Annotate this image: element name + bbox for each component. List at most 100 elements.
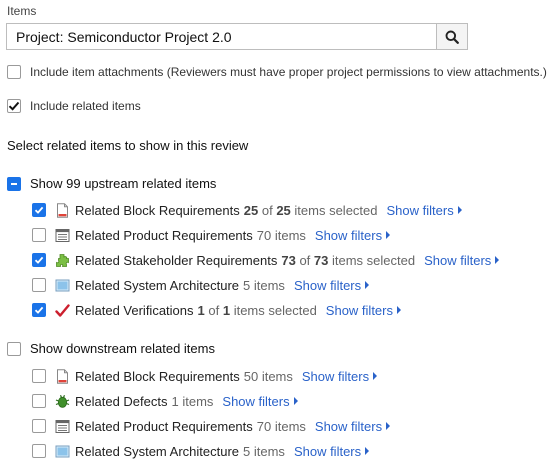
related-item-name: Related Verifications <box>75 302 194 318</box>
related-item-row[interactable]: Related Defects 1 items Show filters <box>32 392 298 410</box>
related-item-name: Related System Architecture <box>75 443 240 459</box>
show-filters-link[interactable]: Show filters <box>222 393 298 409</box>
include-attachments-label: Include item attachments (Reviewers must… <box>30 65 547 79</box>
item-search-box <box>6 23 468 50</box>
related-item-checkbox[interactable] <box>32 253 46 267</box>
show-filters-link[interactable]: Show filters <box>314 227 391 243</box>
include-related-checkbox[interactable] <box>7 99 21 113</box>
caret-right-icon <box>397 306 401 314</box>
related-item-checkbox[interactable] <box>32 203 46 217</box>
show-filters-link[interactable]: Show filters <box>387 203 462 218</box>
upstream-group-toggle[interactable]: Show 99 upstream related items <box>7 176 216 191</box>
related-item-name: Related Block Requirements <box>75 202 240 218</box>
related-item-count: 70 items <box>256 227 306 243</box>
related-item-count: 5 items <box>243 443 285 459</box>
related-item-row[interactable]: Related System Architecture 5 items Show f… <box>32 276 370 294</box>
caret-right-icon <box>386 231 391 239</box>
checkmark-icon <box>8 101 20 111</box>
caret-right-icon <box>373 372 378 380</box>
count-suffix: items selected <box>294 202 378 218</box>
block-requirement-icon <box>54 202 70 218</box>
count-of-word: of <box>299 252 311 268</box>
show-filters-link[interactable]: Show filters <box>293 277 370 293</box>
related-item-row[interactable]: Related Stakeholder Requirements 73 of 73… <box>32 251 500 269</box>
include-attachments-option[interactable]: Include item attachments (Reviewers must… <box>7 65 547 79</box>
caret-right-icon <box>495 256 500 264</box>
system-architecture-icon <box>54 443 70 459</box>
related-item-name: Related Stakeholder Requirements <box>75 252 278 268</box>
related-item-count: 25 of 25 items selected <box>244 203 378 218</box>
related-item-name: Related Product Requirements <box>75 227 253 243</box>
total-count: 25 <box>276 202 291 218</box>
count-of-word: of <box>261 202 273 218</box>
related-item-checkbox[interactable] <box>32 228 46 242</box>
caret-right-icon <box>386 422 391 430</box>
related-item-checkbox[interactable] <box>32 369 46 383</box>
related-item-checkbox[interactable] <box>32 394 46 408</box>
show-filters-link[interactable]: Show filters <box>424 252 500 268</box>
related-item-name: Related System Architecture <box>75 277 240 293</box>
downstream-group-toggle[interactable]: Show downstream related items <box>7 341 215 356</box>
show-filters-link[interactable]: Show filters <box>326 303 401 318</box>
show-filters-label: Show filters <box>293 443 362 459</box>
caret-right-icon <box>365 447 370 455</box>
show-filters-label: Show filters <box>314 227 383 243</box>
show-filters-link[interactable]: Show filters <box>301 368 378 384</box>
related-item-checkbox[interactable] <box>32 278 46 292</box>
related-item-row[interactable]: Related Block Requirements 50 items Show f… <box>32 367 378 385</box>
product-requirement-icon <box>54 227 70 243</box>
related-item-count: 1 of 1 items selected <box>198 303 317 318</box>
total-count: 73 <box>313 252 329 268</box>
checkmark-icon <box>34 206 44 214</box>
related-item-row[interactable]: Related Product Requirements 70 items Show… <box>32 226 391 244</box>
show-filters-label: Show filters <box>222 393 290 409</box>
related-item-checkbox[interactable] <box>32 444 46 458</box>
show-filters-label: Show filters <box>386 202 454 218</box>
include-attachments-checkbox[interactable] <box>7 65 21 79</box>
related-item-row[interactable]: Related System Architecture 5 items Show f… <box>32 442 370 460</box>
related-item-row[interactable]: Related Product Requirements 70 items Show… <box>32 417 391 435</box>
caret-right-icon <box>365 281 370 289</box>
related-item-count: 50 items <box>243 368 293 384</box>
selected-count: 73 <box>281 252 296 268</box>
show-filters-label: Show filters <box>301 368 370 384</box>
show-filters-label: Show filters <box>424 252 492 268</box>
show-filters-link[interactable]: Show filters <box>314 418 391 434</box>
verification-checkmark-icon <box>54 302 70 318</box>
related-item-name: Related Product Requirements <box>75 418 253 434</box>
product-requirement-icon <box>54 418 70 434</box>
related-item-name: Related Defects <box>75 393 168 409</box>
related-item-checkbox[interactable] <box>32 419 46 433</box>
checkmark-icon <box>34 306 44 314</box>
checkmark-icon <box>34 256 44 264</box>
related-item-checkbox[interactable] <box>32 303 46 317</box>
include-related-label: Include related items <box>30 99 141 113</box>
related-item-row[interactable]: Related Verifications 1 of 1 items select… <box>32 301 401 319</box>
total-count: 1 <box>222 302 231 318</box>
defect-bug-icon <box>54 393 70 409</box>
caret-right-icon <box>457 206 462 214</box>
downstream-group-label: Show downstream related items <box>30 341 215 356</box>
related-item-name: Related Block Requirements <box>75 368 240 384</box>
related-item-row[interactable]: Related Block Requirements 25 of 25 items… <box>32 201 462 219</box>
downstream-group-checkbox[interactable] <box>7 341 21 356</box>
related-item-count: 1 items <box>171 393 214 409</box>
show-filters-label: Show filters <box>325 302 393 318</box>
show-filters-label: Show filters <box>293 277 362 293</box>
count-of-word: of <box>208 302 220 318</box>
selected-count: 1 <box>197 302 205 318</box>
show-filters-label: Show filters <box>314 418 383 434</box>
upstream-group-label: Show 99 upstream related items <box>30 176 217 191</box>
selected-count: 25 <box>243 202 259 218</box>
related-item-count: 70 items <box>256 418 306 434</box>
item-search-input[interactable] <box>7 24 436 49</box>
system-architecture-icon <box>54 277 70 293</box>
show-filters-link[interactable]: Show filters <box>293 443 370 459</box>
include-related-option[interactable]: Include related items <box>7 99 141 113</box>
search-icon <box>445 30 459 44</box>
stakeholder-requirement-icon <box>54 252 70 268</box>
upstream-group-checkbox[interactable] <box>7 176 21 191</box>
select-related-heading: Select related items to show in this rev… <box>7 138 249 153</box>
minus-icon <box>11 182 17 185</box>
search-button[interactable] <box>436 24 467 49</box>
